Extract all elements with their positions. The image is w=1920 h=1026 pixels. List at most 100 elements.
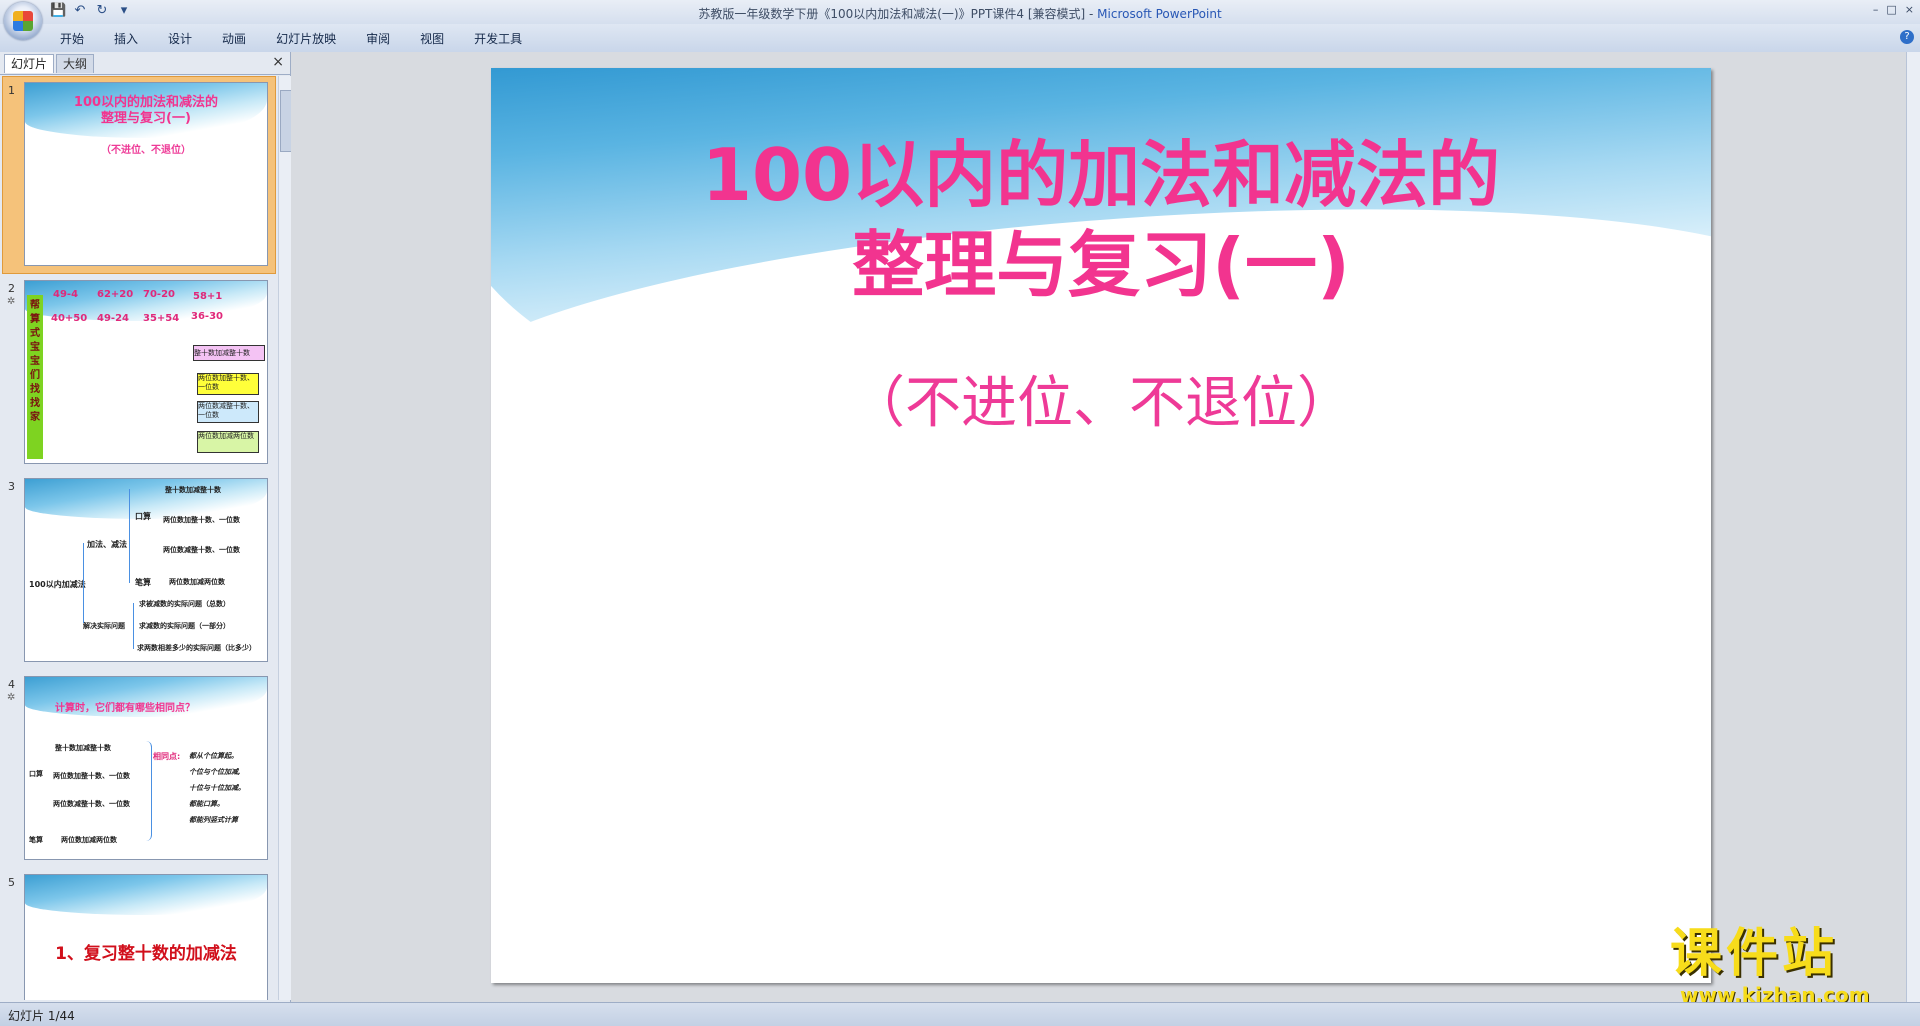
thumb-wave xyxy=(25,875,267,915)
slide-thumbnail-4[interactable]: 计算时，它们都有哪些相同点？ 口算 整十数加减整十数 两位数加整十数、一位数 两… xyxy=(24,676,268,860)
tree-bracket xyxy=(129,489,134,583)
tab-animations[interactable]: 动画 xyxy=(222,30,246,47)
slide-title[interactable]: 100以内的加法和减法的 整理与复习(一) xyxy=(491,130,1711,310)
minimize-button[interactable]: – xyxy=(1873,3,1879,16)
slide-title-line2: 整理与复习(一) xyxy=(852,223,1350,307)
animation-star-icon: ✲ xyxy=(7,296,16,307)
slide-thumbnail-3[interactable]: 100以内加减法 加法、减法 口算 笔算 整十数加减整十数 两位数加整十数、一位… xyxy=(24,478,268,662)
same-item: 都能列竖式计算 xyxy=(189,816,238,824)
thumb-expr: 58+1 xyxy=(193,291,223,302)
house-1: 整十数加减整十数 xyxy=(193,345,265,361)
slides-panel: 幻灯片 大纲 × 1 100以内的加法和减法的 整理与复习(一) （不进位、不退… xyxy=(0,52,292,1002)
tree-node: 两位数加整十数、一位数 xyxy=(163,516,240,524)
app-name: Microsoft PowerPoint xyxy=(1097,7,1222,21)
house-3: 两位数减整十数、一位数 xyxy=(197,401,259,423)
same-item: 都从个位算起。 xyxy=(189,752,238,760)
tree-node: 加法、减法 xyxy=(87,540,127,549)
slide-number: 4 xyxy=(8,678,15,691)
tab-insert[interactable]: 插入 xyxy=(114,30,138,47)
thumbnail-row-2: 2 ✲ 帮算式宝宝们找找家 49-4 62+20 70-20 58+1 40+5… xyxy=(0,274,276,472)
thumb-expr: 49-4 xyxy=(53,289,79,300)
thumb-left: 口算 xyxy=(29,770,43,778)
tree-node: 求被减数的实际问题（总数） xyxy=(139,600,230,608)
same-item: 个位与个位加减, xyxy=(189,768,241,776)
main-slide[interactable]: 100以内的加法和减法的 整理与复习(一) （不进位、不退位） xyxy=(491,68,1711,983)
tab-view[interactable]: 视图 xyxy=(420,30,444,47)
tree-node: 两位数加减两位数 xyxy=(169,578,225,586)
tree-node: 口算 xyxy=(135,512,151,521)
tree-bracket xyxy=(133,603,138,649)
tab-developer[interactable]: 开发工具 xyxy=(474,30,522,47)
ribbon: 开始 插入 设计 动画 幻灯片放映 审阅 视图 开发工具 ? xyxy=(0,24,1920,53)
tree-node: 整十数加减整十数 xyxy=(165,486,221,494)
same-item: 十位与十位加减。 xyxy=(189,784,245,792)
tree-node: 笔算 xyxy=(135,578,151,587)
thumb-title: 1、复习整十数的加减法 xyxy=(55,944,237,964)
help-icon[interactable]: ? xyxy=(1900,30,1914,44)
maximize-button[interactable]: □ xyxy=(1886,3,1896,16)
slide-number: 5 xyxy=(8,876,15,889)
slide-thumbnail-2[interactable]: 帮算式宝宝们找找家 49-4 62+20 70-20 58+1 40+50 49… xyxy=(24,280,268,464)
slide-number: 2 xyxy=(8,282,15,295)
panel-close-icon[interactable]: × xyxy=(272,54,284,70)
thumb-expr: 36-30 xyxy=(191,311,223,322)
slide-subtitle[interactable]: （不进位、不退位） xyxy=(491,358,1711,439)
thumb-left: 笔算 xyxy=(29,836,43,844)
title-bar: 💾 ↶ ↻ ▾ 苏教版一年级数学下册《100以内加法和减法(一)》PPT课件4 … xyxy=(0,0,1920,24)
thumbnail-row-4: 4 ✲ 计算时，它们都有哪些相同点？ 口算 整十数加减整十数 两位数加整十数、一… xyxy=(0,670,276,868)
window-title: 苏教版一年级数学下册《100以内加法和减法(一)》PPT课件4 [兼容模式] -… xyxy=(0,5,1920,22)
tab-slides[interactable]: 幻灯片 xyxy=(4,54,55,73)
thumb-side-label: 帮算式宝宝们找找家 xyxy=(27,295,43,459)
slide-thumbnail-1[interactable]: 100以内的加法和减法的 整理与复习(一) （不进位、不退位） xyxy=(24,82,268,266)
thumb-title: 计算时，它们都有哪些相同点？ xyxy=(55,703,195,714)
thumb-expr: 35+54 xyxy=(143,313,180,324)
same-label: 相同点: xyxy=(153,752,181,761)
tree-node: 求减数的实际问题（一部分） xyxy=(139,622,230,630)
window-controls: – □ × xyxy=(1873,3,1914,16)
tab-home[interactable]: 开始 xyxy=(60,30,84,47)
thumb-title: 100以内的加法和减法的 整理与复习(一) xyxy=(73,95,219,126)
status-bar: 幻灯片 1/44 xyxy=(0,1002,1920,1026)
thumb-expr: 62+20 xyxy=(97,289,134,300)
tree-node: 求两数相差多少的实际问题（比多少） xyxy=(137,644,256,652)
close-button[interactable]: × xyxy=(1905,3,1914,16)
thumb-left: 两位数减整十数、一位数 xyxy=(53,800,130,808)
thumb-left: 两位数加减两位数 xyxy=(61,836,117,844)
watermark-cn: 课件站 xyxy=(1670,924,1839,984)
same-item: 都能口算。 xyxy=(189,800,224,808)
window-title-text: 苏教版一年级数学下册《100以内加法和减法(一)》PPT课件4 [兼容模式] - xyxy=(698,7,1098,21)
tree-root: 100以内加减法 xyxy=(29,580,86,589)
thumb-subtitle: （不进位、不退位） xyxy=(101,145,191,156)
slide-number: 3 xyxy=(8,480,15,493)
thumbnail-row-3: 3 100以内加减法 加法、减法 口算 笔算 整十数加减整十数 两位数加整十数、… xyxy=(0,472,276,670)
house-2: 两位数加整十数、一位数 xyxy=(197,373,259,395)
panel-tabs: 幻灯片 大纲 × xyxy=(0,52,290,75)
office-logo-icon xyxy=(13,11,33,31)
tab-outline[interactable]: 大纲 xyxy=(56,54,95,73)
house-4: 两位数加减两位数 xyxy=(197,431,259,453)
thumb-expr: 40+50 xyxy=(51,313,88,324)
tab-review[interactable]: 审阅 xyxy=(366,30,390,47)
thumbnail-scrollbar[interactable] xyxy=(278,76,292,1000)
slide-counter: 幻灯片 1/44 xyxy=(8,1009,75,1023)
office-button[interactable] xyxy=(4,2,42,40)
thumbnail-row-1: 1 100以内的加法和减法的 整理与复习(一) （不进位、不退位） xyxy=(0,76,276,274)
slide-thumbnail-5[interactable]: 1、复习整十数的加减法 xyxy=(24,874,268,1000)
thumbnail-row-5: 5 1、复习整十数的加减法 xyxy=(0,868,276,1000)
thumb-brace xyxy=(145,741,152,841)
tree-bracket xyxy=(83,543,88,623)
animation-star-icon: ✲ xyxy=(7,692,16,703)
tab-slideshow[interactable]: 幻灯片放映 xyxy=(276,30,336,47)
tree-node: 两位数减整十数、一位数 xyxy=(163,546,240,554)
watermark-logo: 课件站 www.kjzhan.com xyxy=(1670,924,1910,1007)
thumbnail-list: 1 100以内的加法和减法的 整理与复习(一) （不进位、不退位） 2 ✲ 帮算… xyxy=(0,76,276,1000)
canvas-scrollbar[interactable] xyxy=(1906,52,1920,1002)
tab-design[interactable]: 设计 xyxy=(168,30,192,47)
thumb-expr: 70-20 xyxy=(143,289,175,300)
tree-node: 解决实际问题 xyxy=(83,622,125,630)
thumb-left: 整十数加减整十数 xyxy=(55,744,111,752)
ribbon-tabs: 开始 插入 设计 动画 幻灯片放映 审阅 视图 开发工具 xyxy=(60,30,552,47)
slide-number: 1 xyxy=(8,84,15,97)
thumb-left: 两位数加整十数、一位数 xyxy=(53,772,130,780)
slide-title-line1: 100以内的加法和减法的 xyxy=(701,133,1501,217)
